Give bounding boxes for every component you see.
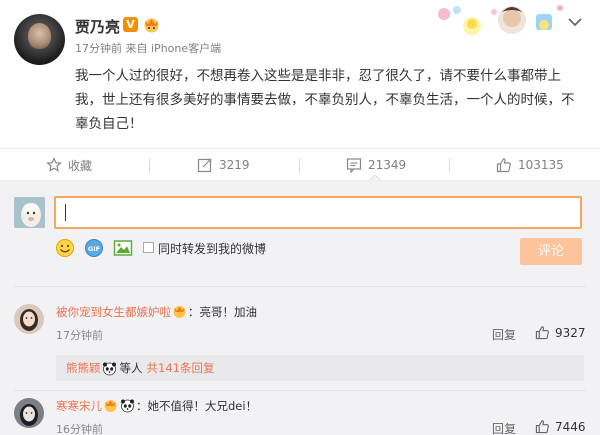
repost-button[interactable]: 3219 (197, 149, 250, 181)
sub-reply-username[interactable]: 熊熊颖 (66, 360, 101, 376)
action-divider (299, 158, 300, 173)
thumb-up-icon (496, 158, 511, 173)
crown-icon (173, 306, 186, 318)
like-count: 103135 (518, 158, 564, 172)
alpaca-avatar-icon (14, 197, 45, 228)
author-name[interactable]: 贾乃亮 (75, 16, 120, 37)
thumb-up-icon (535, 326, 549, 340)
reply-button[interactable]: 回复 (492, 326, 516, 343)
thumb-up-icon (535, 420, 549, 434)
post-meta: 17分钟前 来自 iPhone客户端 (75, 40, 221, 56)
sub-reply-mid-text: 等人 (119, 361, 143, 375)
svg-text:GIF: GIF (88, 245, 100, 253)
comment-count: 21349 (368, 158, 407, 172)
comment-text-line: 寒寒宋儿 ：她不值得！大兄dei！ (56, 398, 257, 414)
author-avatar[interactable] (14, 14, 65, 65)
comment-text: ：她不值得！大兄dei！ (136, 399, 258, 413)
comment-icon (346, 158, 362, 173)
smiley-icon[interactable] (55, 238, 75, 258)
panda-emoji-icon (121, 399, 134, 413)
favorite-button[interactable]: 收藏 (46, 149, 92, 181)
my-avatar[interactable] (14, 197, 45, 228)
repost-count: 3219 (219, 158, 250, 172)
favorite-label: 收藏 (68, 158, 93, 173)
header-decoration-icon (438, 5, 563, 35)
post-time: 17分钟前 (75, 42, 122, 55)
image-icon[interactable] (113, 238, 133, 258)
repost-checkbox[interactable] (143, 242, 154, 253)
comment-like-button[interactable]: 7446 (535, 419, 586, 434)
verified-badge-icon: V (123, 17, 138, 32)
user-photo-icon (14, 398, 44, 428)
comment-avatar[interactable] (14, 398, 44, 428)
comment-like-count: 7446 (555, 419, 586, 434)
reply-button[interactable]: 回复 (492, 420, 516, 435)
star-icon (46, 157, 62, 172)
sub-reply-count-link[interactable]: 共141条回复 (147, 360, 215, 376)
crown-icon (144, 18, 159, 33)
source-prefix: 来自 (125, 42, 148, 55)
post-action-bar: 收藏 3219 21349 103135 (0, 148, 600, 181)
post-source[interactable]: iPhone客户端 (151, 42, 221, 55)
submit-comment-button[interactable]: 评论 (520, 238, 582, 265)
action-divider (149, 158, 150, 173)
panda-emoji-icon (102, 362, 116, 375)
repost-icon (197, 158, 212, 173)
comment-time: 16分钟前 (56, 423, 103, 435)
comment-like-count: 9327 (555, 325, 586, 340)
crown-icon (104, 400, 117, 412)
comment-text: ：亮哥！加油 (188, 305, 257, 319)
like-button[interactable]: 103135 (496, 149, 564, 181)
chevron-down-icon[interactable] (567, 16, 583, 28)
comment-time: 17分钟前 (56, 329, 103, 342)
comment-divider (14, 390, 586, 391)
comment-divider (14, 286, 586, 287)
gif-icon[interactable]: GIF (84, 238, 104, 258)
comment-text-line: 被你宠到女生都嫉妒啦 ：亮哥！加油 (56, 304, 257, 320)
post-content: 我一个人过的很好，不想再卷入这些是是非非，忍了很久了，请不要什么事都带上我，世上… (75, 68, 575, 132)
comment-avatar[interactable] (14, 304, 44, 334)
comment-username[interactable]: 被你宠到女生都嫉妒啦 (56, 305, 171, 319)
action-divider (449, 158, 450, 173)
user-photo-icon (14, 304, 44, 334)
comment-username[interactable]: 寒寒宋儿 (56, 399, 102, 413)
comment-like-button[interactable]: 9327 (535, 325, 586, 340)
weibo-post: 贾乃亮 V 17分钟前 来自 iPhone客户端 我一个人过的很好，不想再卷入这… (0, 0, 600, 148)
sub-reply-summary[interactable]: 熊熊颖 等人 共141条回复 (56, 355, 584, 381)
text-cursor (65, 204, 66, 221)
repost-checkbox-label: 同时转发到我的微博 (158, 242, 267, 256)
comment-input[interactable] (54, 196, 582, 229)
